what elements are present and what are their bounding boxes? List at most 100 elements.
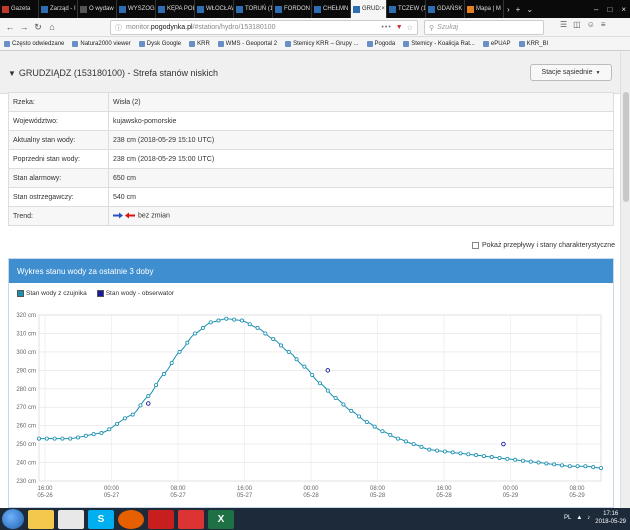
forward-icon[interactable]: → bbox=[17, 20, 31, 34]
close-window-icon[interactable]: × bbox=[621, 5, 626, 14]
browser-tab[interactable]: GDAŃSK bbox=[426, 0, 465, 18]
sensor-point[interactable] bbox=[357, 414, 362, 419]
sensor-point[interactable] bbox=[466, 452, 471, 457]
sensor-point[interactable] bbox=[200, 325, 205, 330]
home-icon[interactable]: ⌂ bbox=[45, 20, 59, 34]
sensor-point[interactable] bbox=[130, 412, 135, 417]
browser-tab[interactable]: WYSZOGR bbox=[117, 0, 156, 18]
bookmark-item[interactable]: WMS - Geoportal 2 bbox=[217, 40, 277, 47]
browser-tab[interactable]: WŁOCŁAW bbox=[195, 0, 234, 18]
tab-scroll-right-icon[interactable]: › bbox=[504, 5, 513, 14]
search-input[interactable]: ⚲ Szukaj bbox=[424, 20, 544, 35]
minimize-icon[interactable]: – bbox=[594, 5, 598, 14]
page-scrollbar[interactable] bbox=[620, 52, 630, 508]
sensor-point[interactable] bbox=[333, 396, 338, 401]
sensor-point[interactable] bbox=[60, 436, 65, 441]
pocket-icon[interactable]: ▼ bbox=[396, 24, 403, 31]
files-taskbar-icon[interactable] bbox=[58, 509, 84, 529]
bookmark-item[interactable]: Natura2000 viewer bbox=[72, 40, 131, 47]
show-flows-toggle[interactable]: Pokaż przepływy i stany charakterystyczn… bbox=[472, 242, 615, 249]
sensor-point[interactable] bbox=[208, 320, 213, 325]
browser-tab[interactable]: TORUŃ (1 bbox=[234, 0, 273, 18]
sensor-point[interactable] bbox=[286, 349, 291, 354]
sensor-point[interactable] bbox=[520, 458, 525, 463]
sidebar-icon[interactable]: ◫ bbox=[573, 20, 581, 29]
observer-point[interactable] bbox=[325, 368, 331, 373]
sensor-point[interactable] bbox=[239, 318, 244, 323]
sensor-point[interactable] bbox=[216, 318, 221, 323]
page-actions-icon[interactable]: ••• bbox=[381, 24, 391, 31]
sensor-point[interactable] bbox=[99, 431, 104, 436]
browser-tab[interactable]: GRUD: × bbox=[351, 0, 387, 18]
skype-taskbar-icon[interactable]: S bbox=[88, 509, 114, 529]
sensor-point[interactable] bbox=[271, 336, 276, 341]
back-icon[interactable]: ← bbox=[3, 20, 17, 34]
sensor-point[interactable] bbox=[310, 372, 315, 377]
sensor-point[interactable] bbox=[52, 436, 57, 441]
bookmark-item[interactable]: Dysk Google bbox=[138, 40, 181, 47]
sensor-point[interactable] bbox=[372, 424, 377, 429]
sensor-point[interactable] bbox=[435, 448, 440, 453]
sensor-point[interactable] bbox=[364, 419, 369, 424]
sensor-point[interactable] bbox=[450, 450, 455, 455]
browser-tab[interactable]: Gazeta bbox=[0, 0, 39, 18]
bookmark-item[interactable]: Pogoda bbox=[366, 40, 395, 47]
sensor-point[interactable] bbox=[263, 331, 268, 336]
bookmark-item[interactable]: ePUAP bbox=[482, 40, 511, 47]
bookmark-item[interactable]: Stemicy KRR – Grupy ... bbox=[285, 40, 359, 47]
sensor-point[interactable] bbox=[544, 461, 549, 466]
reload-icon[interactable]: ↻ bbox=[31, 20, 45, 34]
sensor-point[interactable] bbox=[411, 442, 416, 447]
browser-tab[interactable]: Mapa | M bbox=[465, 0, 504, 18]
sensor-point[interactable] bbox=[76, 435, 81, 440]
sensor-point[interactable] bbox=[489, 455, 494, 460]
browser-tab[interactable]: TCZEW (1 bbox=[387, 0, 426, 18]
observer-point[interactable] bbox=[146, 401, 151, 406]
sensor-point[interactable] bbox=[380, 429, 385, 434]
menu-icon[interactable]: ≡ bbox=[601, 20, 606, 29]
tab-list-icon[interactable]: ⌄ bbox=[523, 5, 536, 14]
network-icon[interactable]: ▲ bbox=[576, 515, 582, 521]
sensor-point[interactable] bbox=[559, 463, 564, 468]
keyboard-locale[interactable]: PL bbox=[564, 515, 571, 521]
sensor-point[interactable] bbox=[497, 455, 502, 460]
sensor-point[interactable] bbox=[388, 432, 393, 437]
sensor-point[interactable] bbox=[278, 343, 283, 348]
sensor-point[interactable] bbox=[224, 316, 229, 321]
sensor-point[interactable] bbox=[317, 381, 322, 386]
sensor-point[interactable] bbox=[458, 451, 463, 456]
sensor-point[interactable] bbox=[536, 460, 541, 465]
excel-taskbar-icon[interactable]: X bbox=[208, 509, 234, 529]
browser-tab[interactable]: KĘPA POL bbox=[156, 0, 195, 18]
sensor-point[interactable] bbox=[505, 456, 510, 461]
sensor-point[interactable] bbox=[177, 349, 182, 354]
sensor-point[interactable] bbox=[169, 360, 174, 365]
volume-icon[interactable]: ♪ bbox=[587, 515, 590, 521]
show-flows-checkbox[interactable] bbox=[472, 242, 479, 249]
browser-tab[interactable]: O wydaw bbox=[78, 0, 117, 18]
sensor-point[interactable] bbox=[349, 408, 354, 413]
sensor-point[interactable] bbox=[115, 421, 120, 426]
sensor-point[interactable] bbox=[255, 325, 260, 330]
browser-tab[interactable]: FORDON bbox=[273, 0, 312, 18]
bookmark-star-icon[interactable]: ☆ bbox=[407, 24, 413, 32]
legend-item-sensor[interactable]: Stan wody z czujnika bbox=[17, 290, 87, 297]
sensor-point[interactable] bbox=[185, 340, 190, 345]
bookmark-item[interactable]: KRR_BI bbox=[518, 40, 548, 47]
sensor-point[interactable] bbox=[583, 464, 588, 469]
sensor-point[interactable] bbox=[591, 465, 596, 470]
sensor-point[interactable] bbox=[138, 403, 143, 408]
station-title[interactable]: ▼ GRUDZIĄDZ (153180100) - Strefa stanów n… bbox=[8, 68, 218, 78]
sensor-point[interactable] bbox=[599, 466, 604, 471]
sensor-point[interactable] bbox=[427, 447, 432, 452]
sensor-point[interactable] bbox=[68, 436, 73, 441]
sensor-point[interactable] bbox=[302, 364, 307, 369]
sensor-point[interactable] bbox=[403, 439, 408, 444]
sensor-point[interactable] bbox=[481, 454, 486, 459]
scrollbar-thumb[interactable] bbox=[623, 92, 629, 202]
sensor-point[interactable] bbox=[552, 462, 557, 467]
sensor-point[interactable] bbox=[146, 394, 151, 399]
sensor-point[interactable] bbox=[341, 402, 346, 407]
sensor-point[interactable] bbox=[567, 464, 572, 469]
sensor-point[interactable] bbox=[396, 436, 401, 441]
